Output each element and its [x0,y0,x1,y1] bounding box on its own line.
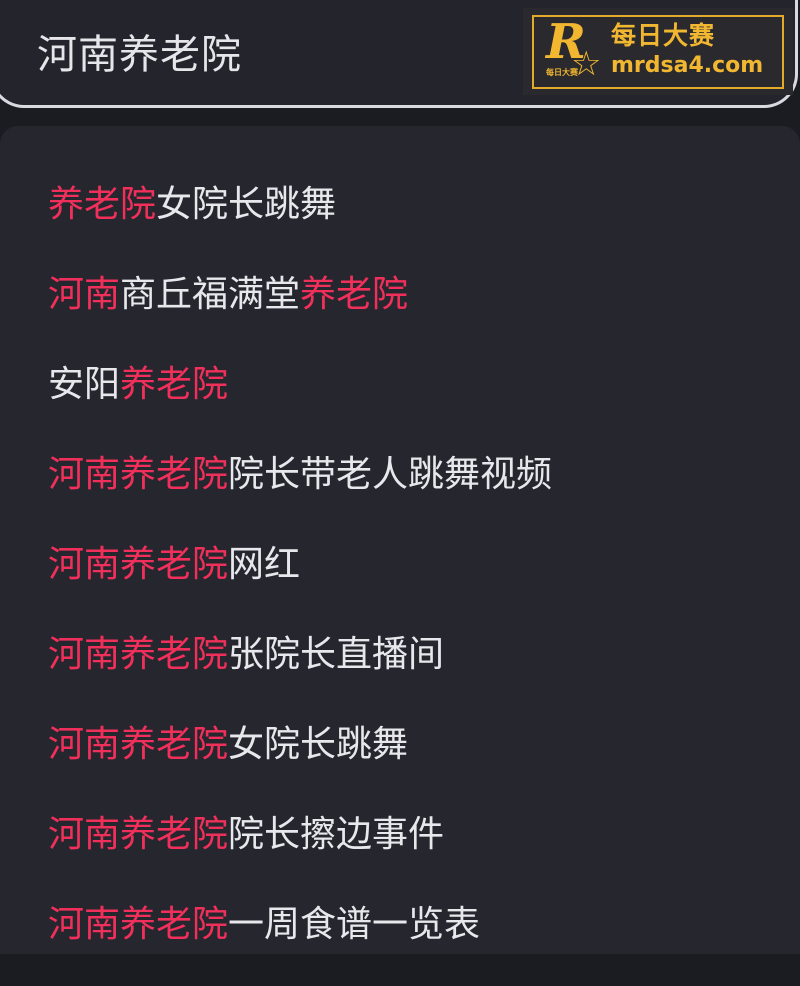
suggestion-item[interactable]: 河南养老院女院长跳舞 [48,716,552,806]
search-input[interactable]: 河南养老院 [37,30,242,80]
suggestion-text: 女院长跳舞 [156,184,337,225]
suggestion-item[interactable]: 河南商丘福满堂养老院 [48,266,552,356]
suggestion-item[interactable]: 安阳养老院 [48,356,552,446]
suggestion-item[interactable]: 河南养老院院长擦边事件 [48,806,552,896]
suggestion-highlight-text: 养老院 [300,274,409,315]
suggestion-highlight-text: 河南养老院 [48,904,229,945]
suggestion-item[interactable]: 河南养老院一周食谱一览表 [48,896,552,986]
watermark-url: mrdsa4.com [611,53,764,78]
suggestion-highlight-text: 河南养老院 [48,634,229,675]
suggestion-highlight-text: 养老院 [120,364,229,405]
suggestion-highlight-text: 河南养老院 [48,724,229,765]
suggestion-item[interactable]: 河南养老院网红 [48,536,552,626]
suggestion-item[interactable]: 河南养老院院长带老人跳舞视频 [48,446,552,536]
suggestion-highlight-text: 养老院 [48,184,157,225]
suggestion-item[interactable]: 河南养老院张院长直播间 [48,626,552,716]
watermark-logo-small-text: 每日大赛 [546,68,578,77]
suggestion-text: 院长擦边事件 [228,814,445,855]
suggestion-text: 院长带老人跳舞视频 [228,454,553,495]
suggestion-text: 女院长跳舞 [228,724,409,765]
suggestion-list: 养老院女院长跳舞 河南商丘福满堂养老院 安阳养老院 河南养老院院长带老人跳舞视频 河南养… [48,176,552,986]
suggestion-highlight-text: 河南 [48,274,121,315]
suggestion-text: 张院长直播间 [228,634,445,675]
suggestion-text: 安阳 [48,364,121,405]
watermark-title: 每日大赛 [611,21,716,50]
suggestion-highlight-text: 河南养老院 [48,814,229,855]
suggestion-text: 商丘福满堂 [120,274,301,315]
suggestion-item[interactable]: 养老院女院长跳舞 [48,176,552,266]
suggestion-text: 一周食谱一览表 [228,904,481,945]
watermark: R ☆ 每日大赛 每日大赛 mrdsa4.com [523,8,793,95]
suggestion-text: 网红 [228,544,301,585]
suggestion-highlight-text: 河南养老院 [48,454,229,495]
suggestion-highlight-text: 河南养老院 [48,544,229,585]
suggestion-panel: 养老院女院长跳舞 河南商丘福满堂养老院 安阳养老院 河南养老院院长带老人跳舞视频 河南养… [0,126,800,954]
